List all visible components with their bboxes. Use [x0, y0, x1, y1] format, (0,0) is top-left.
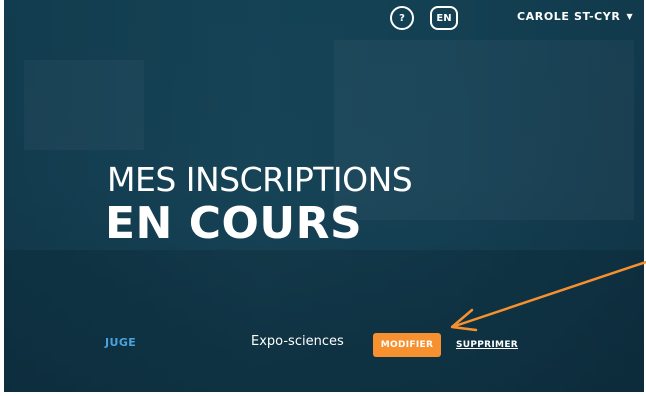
user-name: CAROLE ST-CYR: [517, 10, 621, 23]
page-title-line1: MES INSCRIPTIONS: [107, 160, 413, 199]
modify-button[interactable]: MODIFIER: [373, 333, 441, 357]
help-button[interactable]: ?: [390, 6, 414, 30]
user-menu[interactable]: CAROLE ST-CYR ▼: [517, 10, 633, 23]
background-photo-shadow: [4, 250, 644, 392]
chevron-down-icon: ▼: [626, 12, 634, 21]
delete-link[interactable]: SUPPRIMER: [456, 340, 518, 350]
background-photo-region: [24, 60, 144, 150]
hero-panel: ? EN CAROLE ST-CYR ▼ MES INSCRIPTIONS EN…: [4, 0, 644, 392]
page-title-line2: EN COURS: [105, 198, 363, 249]
registration-role: JUGE: [105, 336, 137, 349]
language-toggle-button[interactable]: EN: [430, 6, 458, 30]
registration-event-name: Expo-sciences: [251, 334, 344, 349]
